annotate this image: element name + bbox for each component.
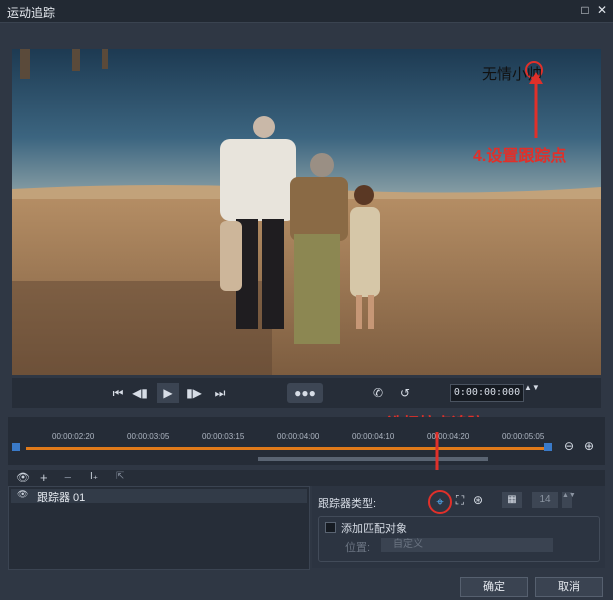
go-to-end-icon[interactable]: ⏭ [212,383,228,403]
close-icon[interactable]: ✕ [595,3,609,17]
rename-icon[interactable]: I₊ [90,471,98,482]
cancel-button[interactable]: 取消 [535,577,603,597]
list-item[interactable]: 👁 跟踪器 01 [11,489,307,504]
remove-tracker-icon[interactable]: − [64,470,72,485]
timeline-tick: 00:00:04:00 [277,432,320,441]
area-tracker-icon[interactable]: ⛶ [452,492,468,508]
timeline-tick: 00:00:03:05 [127,432,170,441]
timeline-track[interactable] [26,447,544,450]
match-object-group: 添加匹配对象 位置: 自定义 [318,516,600,562]
position-label: 位置: [345,542,371,554]
multi-point-tracker-icon[interactable]: ⊛ [470,492,486,508]
tracker-eye-icon[interactable]: 👁 [17,489,28,500]
timeline-scrollbar[interactable] [258,457,488,461]
tracker-type-label: 跟踪器类型: [318,498,377,510]
timeline-tick: 00:00:05:05 [502,432,545,441]
video-frame-image [12,49,601,375]
size-stepper-icon[interactable]: ▲▼ [562,492,576,508]
eye-icon[interactable]: 👁 [16,471,30,484]
export-icon[interactable]: ⇱ [116,471,124,482]
ok-button[interactable]: 确定 [460,577,528,597]
title-bar: 运动追踪 □ ✕ [0,0,613,23]
timeline-start-marker[interactable] [12,443,20,451]
timeline-tick: 00:00:02:20 [52,432,95,441]
timeline-end-marker[interactable] [544,443,552,451]
playback-controls: ⏮ ◀▮ ▶ ▮▶ ⏭ ●●● ✆ ↺ 0:00:00:000 ▲▼ [12,378,601,408]
history-icon[interactable]: ↺ [396,383,414,403]
track-objects-icon[interactable]: ●●● [287,383,323,403]
timecode-display[interactable]: 0:00:00:000 [450,384,524,402]
timeline-tick: 00:00:03:15 [202,432,245,441]
step4-arrow [529,72,543,138]
size-field[interactable]: 14 [532,492,558,508]
point-tracker-icon[interactable]: ⌖ [428,490,452,514]
mosaic-icon[interactable]: ▦ [502,492,522,508]
video-preview[interactable] [12,49,601,375]
step4-annotation: 4.设置跟踪点 [473,148,567,165]
play-icon[interactable]: ▶ [157,383,179,403]
add-match-checkbox[interactable] [325,522,336,533]
maximize-icon[interactable]: □ [578,3,592,17]
phone-icon[interactable]: ✆ [370,383,386,403]
zoom-out-icon[interactable]: ⊖ [564,439,574,453]
prev-frame-icon[interactable]: ◀▮ [132,383,148,403]
tracker-list: 👁 跟踪器 01 [8,486,310,570]
timeline-tick: 00:00:04:10 [352,432,395,441]
tracker-toolbar: 👁 + − I₊ ⇱ [8,470,605,486]
window-title: 运动追踪 [7,6,56,20]
timecode-stepper-icon[interactable]: ▲▼ [524,383,540,403]
go-to-start-icon[interactable]: ⏮ [110,383,126,403]
timeline[interactable]: 00:00:02:20 00:00:03:05 00:00:03:15 00:0… [8,417,605,465]
zoom-in-icon[interactable]: ⊕ [584,439,594,453]
tracker-name: 跟踪器 01 [37,492,86,504]
add-match-label: 添加匹配对象 [341,523,407,535]
tracker-properties: 跟踪器类型: ⌖ ⛶ ⊛ ▦ 14 ▲▼ 添加匹配对象 位置: 自定义 [312,486,605,568]
position-select[interactable]: 自定义 [381,538,553,552]
add-tracker-icon[interactable]: + [40,470,48,485]
next-frame-icon[interactable]: ▮▶ [186,383,202,403]
